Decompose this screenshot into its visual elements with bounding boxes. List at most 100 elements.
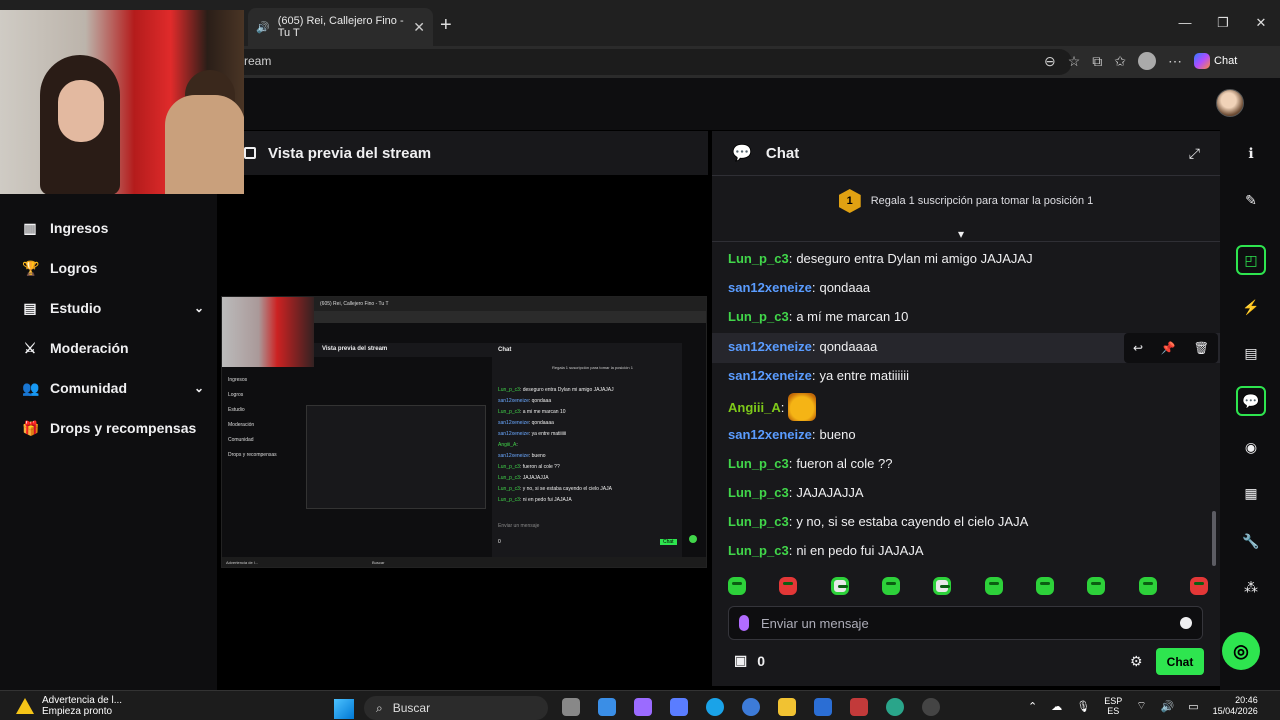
chat-username[interactable]: Angiii_A [728,400,781,415]
close-tab-icon[interactable]: ✕ [413,19,425,36]
stream-preview-video[interactable]: (605) Rei, Callejero Fino - Tu T Ingreso… [221,296,707,568]
emote-icon[interactable] [1138,577,1157,595]
help-headset-icon[interactable]: ◎ [1222,632,1260,670]
info-icon[interactable]: ℹ [1236,138,1266,168]
panels-icon[interactable]: ▦ [1236,478,1266,508]
delete-icon[interactable]: 🗑 [1194,341,1209,355]
emote-icon[interactable] [1087,577,1106,595]
emote-icon[interactable] [1189,577,1208,595]
clock[interactable]: 20:46 15/04/2026 [1213,695,1258,717]
maximize-button[interactable]: ❐ [1204,0,1242,46]
copilot-app-icon[interactable] [634,698,652,716]
chat-message[interactable]: san12xeneize: ya entre matiiiiii [728,368,909,383]
chat-settings-gear-icon[interactable]: ⚙ [1130,653,1143,670]
favorite-star-icon[interactable]: ☆ [1068,53,1081,70]
sidebar-item-drops[interactable]: 🎁 Drops y recompensas [22,414,212,442]
emote-icon[interactable] [779,577,798,595]
chat-username[interactable]: Lun_p_c3 [728,485,789,500]
sync-icon[interactable] [742,698,760,716]
sidebar-item-logros[interactable]: 🏆 Logros [22,254,212,282]
folder-icon[interactable] [778,698,796,716]
store-icon[interactable] [598,698,616,716]
sidebar-item-estudio[interactable]: ▤ Estudio ⌄ [22,294,212,322]
network-icon[interactable]: ⁂ [1236,572,1266,602]
dancing-emote-icon[interactable] [788,393,817,421]
broadcast-icon[interactable]: ◉ [1236,432,1266,462]
close-window-button[interactable]: ✕ [1242,0,1280,46]
panel-collapse-icon[interactable] [244,147,256,159]
sidebar-item-comunidad[interactable]: 👥 Comunidad ⌄ [22,374,212,402]
emote-icon[interactable] [984,577,1003,595]
chat-message[interactable]: Lun_p_c3: deseguro entra Dylan mi amigo J… [728,251,1033,266]
obs-icon[interactable] [922,698,940,716]
collapse-banner-icon[interactable]: ▾ [958,227,964,241]
emote-icon[interactable] [933,577,952,595]
leaderboard-banner[interactable]: 1 Regala 1 suscripción para tomar la pos… [712,183,1220,219]
wifi-icon[interactable]: ⌔ [1136,699,1146,713]
language-indicator[interactable]: ESP ES [1104,696,1122,716]
bits-counter[interactable]: ▣ 0 [734,652,765,669]
chat-message[interactable]: san12xeneize: qondaaaa [728,339,877,354]
chat-message-input[interactable] [761,615,1168,631]
weather-warning[interactable]: Advertencia de l... Empieza pronto [16,695,122,717]
popout-icon[interactable]: ⤢ [1189,145,1200,162]
chat-message[interactable]: Lun_p_c3: y no, si se estaba cayendo el c… [728,514,1028,529]
pin-icon[interactable]: 📌 [1161,341,1176,355]
app-icon[interactable] [850,698,868,716]
new-tab-button[interactable]: + [440,14,452,37]
chevron-down-icon[interactable]: ⌄ [194,381,204,395]
chat-username[interactable]: Lun_p_c3 [728,309,789,324]
reader-icon[interactable]: ⊖ [1044,53,1056,70]
chat-username[interactable]: Lun_p_c3 [728,456,789,471]
wrench-icon[interactable]: 🔧 [1236,526,1266,556]
chat-message[interactable]: Lun_p_c3: ni en pedo fui JAJAJA [728,543,924,558]
lightning-icon[interactable]: ⚡ [1236,292,1266,322]
more-menu-icon[interactable]: ⋯ [1168,53,1182,70]
screen-capture-icon[interactable]: ◰ [1236,245,1266,275]
favorites-icon[interactable]: ✩ [1114,53,1126,70]
microphone-icon[interactable] [739,615,749,631]
chat-username[interactable]: san12xeneize [728,280,812,295]
chat-message[interactable]: Angiii_A: [728,393,817,421]
pencil-icon[interactable]: ✎ [1236,185,1266,215]
chat-message[interactable]: Lun_p_c3: a mí me marcan 10 [728,309,908,324]
taskbar-search[interactable]: ⌕ Buscar [364,696,548,720]
edge-icon[interactable] [706,698,724,716]
chat-username[interactable]: Lun_p_c3 [728,251,789,266]
chat-message[interactable]: san12xeneize: qondaaa [728,280,870,295]
chat-bubble-icon[interactable]: 💬 [1236,386,1266,416]
chevron-up-icon[interactable]: ⌃ [1028,700,1037,713]
chat-message[interactable]: Lun_p_c3: JAJAJAJJA [728,485,864,500]
chat-username[interactable]: san12xeneize [728,427,812,442]
copilot-button[interactable]: Chat [1194,53,1237,69]
sidebar-item-ingresos[interactable]: ▥ Ingresos [22,214,212,242]
emote-icon[interactable] [1035,577,1054,595]
file-icon[interactable] [562,698,580,716]
minimize-button[interactable]: — [1166,0,1204,46]
windows-start-icon[interactable] [334,699,354,719]
extensions-icon[interactable]: ⧉ [1092,53,1102,70]
chat-username[interactable]: Lun_p_c3 [728,514,789,529]
chat-username[interactable]: san12xeneize [728,368,812,383]
speaker-icon[interactable]: 🔊 [256,21,270,34]
chat-message[interactable]: san12xeneize: bueno [728,427,856,442]
emoji-picker-icon[interactable] [1180,617,1192,629]
send-chat-button[interactable]: Chat [1156,648,1204,675]
mail-icon[interactable] [814,698,832,716]
volume-icon[interactable]: 🔊 [1161,700,1175,713]
user-avatar[interactable] [1216,89,1244,117]
emote-icon[interactable] [881,577,900,595]
emote-icon[interactable] [728,577,746,595]
reply-icon[interactable]: ↩ [1133,341,1143,355]
chevron-down-icon[interactable]: ⌄ [194,301,204,315]
cloud-icon[interactable]: ☁ [1051,700,1062,713]
chat-message[interactable]: Lun_p_c3: fueron al cole ?? [728,456,892,471]
microphone-tray-icon[interactable]: 🎙 [1076,700,1090,713]
app-icon[interactable] [886,698,904,716]
url-input[interactable]: ream [230,49,1072,75]
browser-tab[interactable]: 🔊 (605) Rei, Callejero Fino - Tu T ✕ [248,8,433,46]
emote-icon[interactable] [830,577,849,595]
battery-icon[interactable]: ▭ [1188,700,1198,713]
profile-avatar[interactable] [1138,52,1157,70]
chat-username[interactable]: Lun_p_c3 [728,543,789,558]
